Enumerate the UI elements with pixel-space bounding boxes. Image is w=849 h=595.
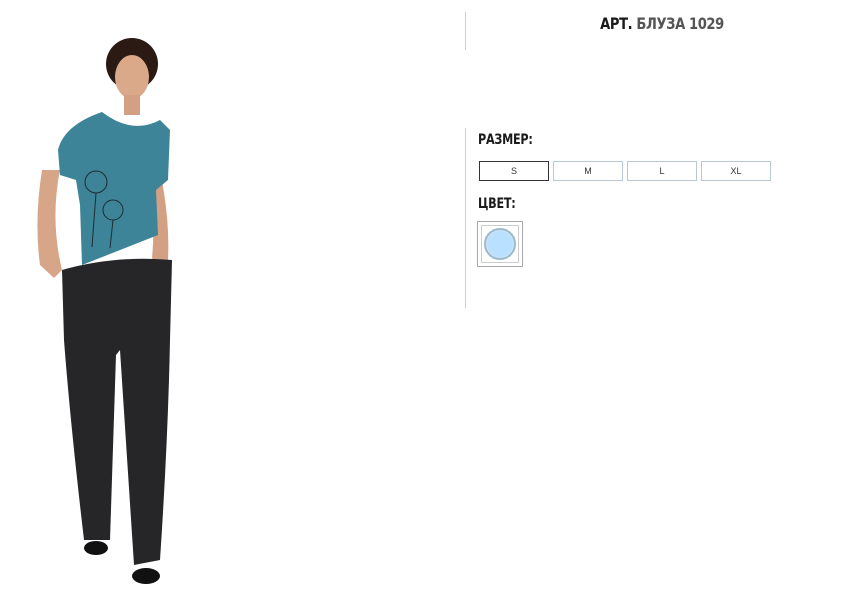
product-title: АРТ. БЛУЗА 1029	[509, 14, 816, 33]
divider-top	[465, 12, 466, 50]
pants-garment	[62, 258, 172, 565]
model-photo-icon	[37, 38, 172, 584]
product-photo	[20, 20, 220, 595]
size-option-l[interactable]: L	[627, 161, 697, 181]
color-dot-icon	[484, 228, 516, 260]
size-label: РАЗМЕР:	[478, 132, 533, 148]
divider-options	[465, 128, 466, 308]
size-options: S M L XL	[479, 161, 771, 181]
color-swatch-light-blue[interactable]	[477, 221, 523, 267]
size-option-m[interactable]: M	[553, 161, 623, 181]
swatch-frame	[481, 225, 519, 263]
size-option-xl[interactable]: XL	[701, 161, 771, 181]
title-code: БЛУЗА 1029	[636, 14, 724, 33]
color-label: ЦВЕТ:	[478, 196, 516, 212]
size-option-s[interactable]: S	[479, 161, 549, 181]
title-prefix: АРТ.	[600, 14, 633, 33]
